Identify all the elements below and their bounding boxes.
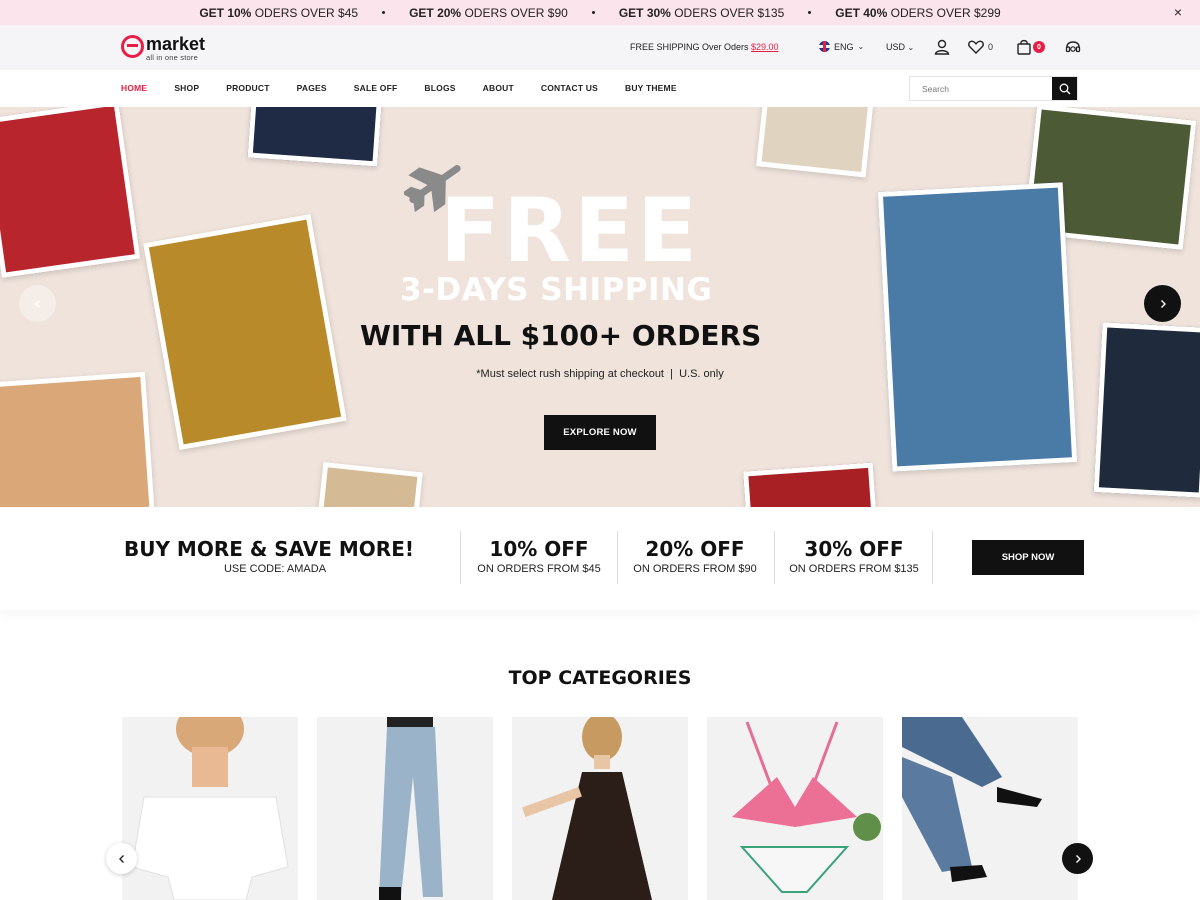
linen-garment-image (756, 107, 874, 178)
category-card[interactable] (512, 717, 688, 900)
hero-prev-button[interactable] (19, 285, 56, 322)
discount-tier-title: 20% OFF (645, 537, 745, 561)
main-nav: HOME SHOP PRODUCT PAGES SALE OFF BLOGS A… (0, 70, 1200, 107)
chevron-down-icon: ⌄ (857, 42, 865, 51)
hero-banner: FREE 3-DAYS SHIPPING WITH ALL $100+ ORDE… (0, 107, 1200, 507)
bikini-image (707, 717, 883, 900)
nav-item-pages[interactable]: PAGES (297, 83, 327, 93)
buy-more-title: BUY MORE & SAVE MORE! (124, 537, 414, 561)
separator-dot (808, 11, 812, 14)
white-blouse-image (122, 717, 298, 900)
mustard-blouse-image (143, 213, 347, 451)
chevron-right-icon (1075, 854, 1081, 863)
categories-prev-button[interactable] (106, 843, 137, 874)
promo-bar: GET 10% ODERS OVER $45 GET 20% ODERS OVE… (0, 0, 1200, 25)
tan-blouse-image (0, 371, 155, 507)
support-headset-icon[interactable] (1064, 38, 1082, 56)
divider (460, 531, 461, 584)
nav-item-contact-us[interactable]: CONTACT US (541, 83, 598, 93)
chevron-left-icon (34, 299, 40, 308)
category-card[interactable] (317, 717, 493, 900)
navy-shorts-image (247, 107, 383, 167)
nav-item-sale-off[interactable]: SALE OFF (354, 83, 398, 93)
chevron-down-icon: ⌄ (907, 43, 915, 52)
language-selector[interactable]: ENG ⌄ (819, 41, 864, 52)
ripped-jeans-image (317, 717, 493, 900)
chevron-right-icon (1160, 299, 1166, 308)
buy-more-block: BUY MORE & SAVE MORE! USE CODE: AMADA (120, 537, 430, 575)
currency-selector[interactable]: USD ⌄ (886, 42, 914, 52)
account-icon[interactable] (933, 38, 951, 56)
promo-item: GET 30% ODERS OVER $135 (618, 5, 785, 20)
language-label: ENG (834, 41, 854, 52)
discount-tier: 20% OFF ON ORDERS FROM $90 (620, 537, 770, 575)
discount-tier: 30% OFF ON ORDERS FROM $135 (779, 537, 929, 575)
beige-garment-image (317, 461, 423, 507)
separator-dot (591, 11, 595, 14)
top-categories-title: TOP CATEGORIES (508, 667, 692, 689)
search-icon (1059, 83, 1070, 94)
nav-item-product[interactable]: PRODUCT (226, 83, 269, 93)
free-shipping-notice: FREE SHIPPING Over Oders $29.00 (630, 42, 779, 52)
search-button[interactable] (1052, 77, 1077, 100)
heeled-shoes-image (902, 717, 1078, 900)
divider (617, 531, 618, 584)
divider (932, 531, 933, 584)
discount-tier-sub: ON ORDERS FROM $135 (789, 563, 919, 575)
free-shipping-amount[interactable]: $29.00 (751, 42, 779, 52)
nav-item-home[interactable]: HOME (121, 83, 147, 93)
nav-item-blogs[interactable]: BLOGS (424, 83, 455, 93)
hero-headline: FREE (440, 179, 701, 282)
discount-tier-title: 30% OFF (804, 537, 904, 561)
logo-e-icon (121, 35, 144, 58)
black-dress-image (512, 717, 688, 900)
category-card[interactable] (902, 717, 1078, 900)
separator-dot (382, 11, 386, 14)
hero-next-button[interactable] (1144, 285, 1181, 322)
shop-now-button[interactable]: SHOP NOW (972, 540, 1084, 575)
close-promo-icon[interactable]: × (1174, 4, 1182, 20)
cart-bag-icon[interactable] (1015, 38, 1033, 56)
categories-next-button[interactable] (1062, 843, 1093, 874)
discount-strip: BUY MORE & SAVE MORE! USE CODE: AMADA 10… (0, 507, 1200, 610)
nav-item-buy-theme[interactable]: BUY THEME (625, 83, 677, 93)
chevron-left-icon (118, 854, 124, 863)
currency-label: USD (886, 42, 906, 52)
category-card[interactable] (707, 717, 883, 900)
logo[interactable]: market all in one store (121, 35, 205, 62)
logo-tagline: all in one store (146, 53, 198, 62)
discount-tier-sub: ON ORDERS FROM $90 (633, 563, 757, 575)
explore-now-button[interactable]: EXPLORE NOW (544, 415, 656, 450)
discount-tier-title: 10% OFF (489, 537, 589, 561)
promo-item: GET 40% ODERS OVER $299 (835, 5, 1001, 20)
promo-item: GET 20% ODERS OVER $90 (409, 5, 568, 20)
search-input[interactable] (910, 77, 1052, 100)
promo-item: GET 10% ODERS OVER $45 (199, 5, 359, 20)
wishlist-heart-icon[interactable] (967, 38, 985, 56)
uk-flag-icon (819, 41, 830, 52)
wishlist-count: 0 (988, 42, 994, 52)
divider (774, 531, 775, 584)
discount-tier-sub: ON ORDERS FROM $45 (477, 563, 601, 575)
nav-item-about[interactable]: ABOUT (483, 83, 514, 93)
search-bar (909, 76, 1078, 101)
navy-blouse-image (1093, 322, 1200, 498)
coupon-code: USE CODE: AMADA (223, 563, 327, 575)
category-card[interactable] (122, 717, 298, 900)
red-shirt-image (0, 107, 141, 278)
header: market all in one store FREE SHIPPING Ov… (0, 25, 1200, 70)
nav-item-shop[interactable]: SHOP (174, 83, 199, 93)
red-top-image (743, 462, 877, 507)
discount-tier: 10% OFF ON ORDERS FROM $45 (464, 537, 614, 575)
blue-dress-image (877, 182, 1078, 472)
hero-subheadline: 3-DAYS SHIPPING (400, 272, 713, 308)
logo-name: market (146, 34, 206, 54)
cart-count-badge: 0 (1033, 41, 1045, 53)
hero-note: *Must select rush shipping at checkout |… (476, 368, 724, 380)
hero-offer: WITH ALL $100+ ORDERS (360, 319, 762, 352)
